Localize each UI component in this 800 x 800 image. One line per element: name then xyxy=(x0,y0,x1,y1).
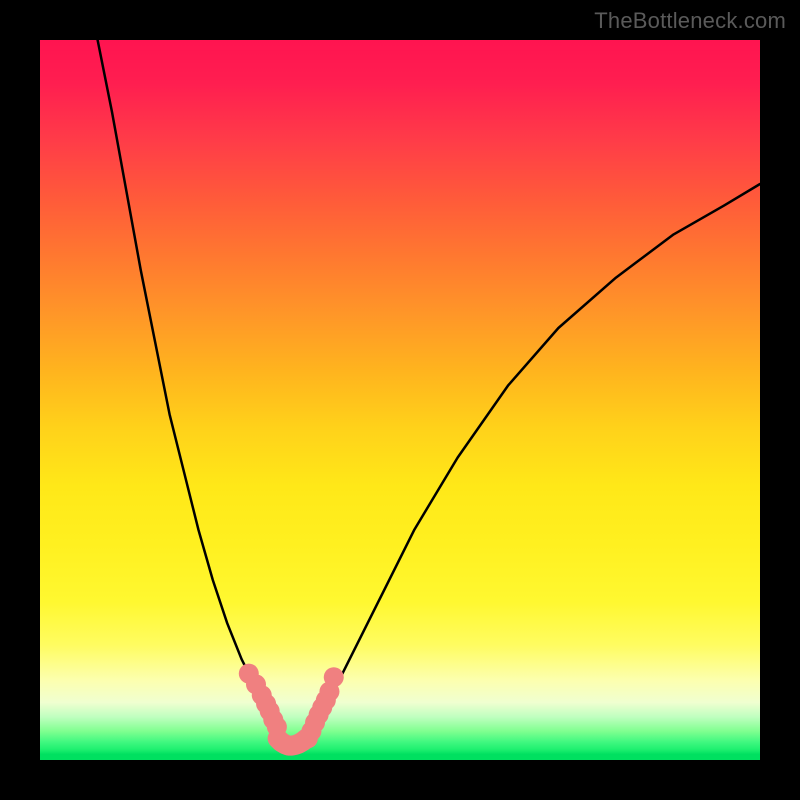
chart-container: TheBottleneck.com xyxy=(0,0,800,800)
series-group xyxy=(98,40,760,748)
data-point xyxy=(324,667,344,687)
series-floor xyxy=(278,738,307,745)
plot-area xyxy=(40,40,760,760)
series-left-branch xyxy=(98,40,278,728)
attribution-label: TheBottleneck.com xyxy=(594,8,786,34)
chart-svg xyxy=(40,40,760,760)
series-right-branch xyxy=(306,184,760,742)
